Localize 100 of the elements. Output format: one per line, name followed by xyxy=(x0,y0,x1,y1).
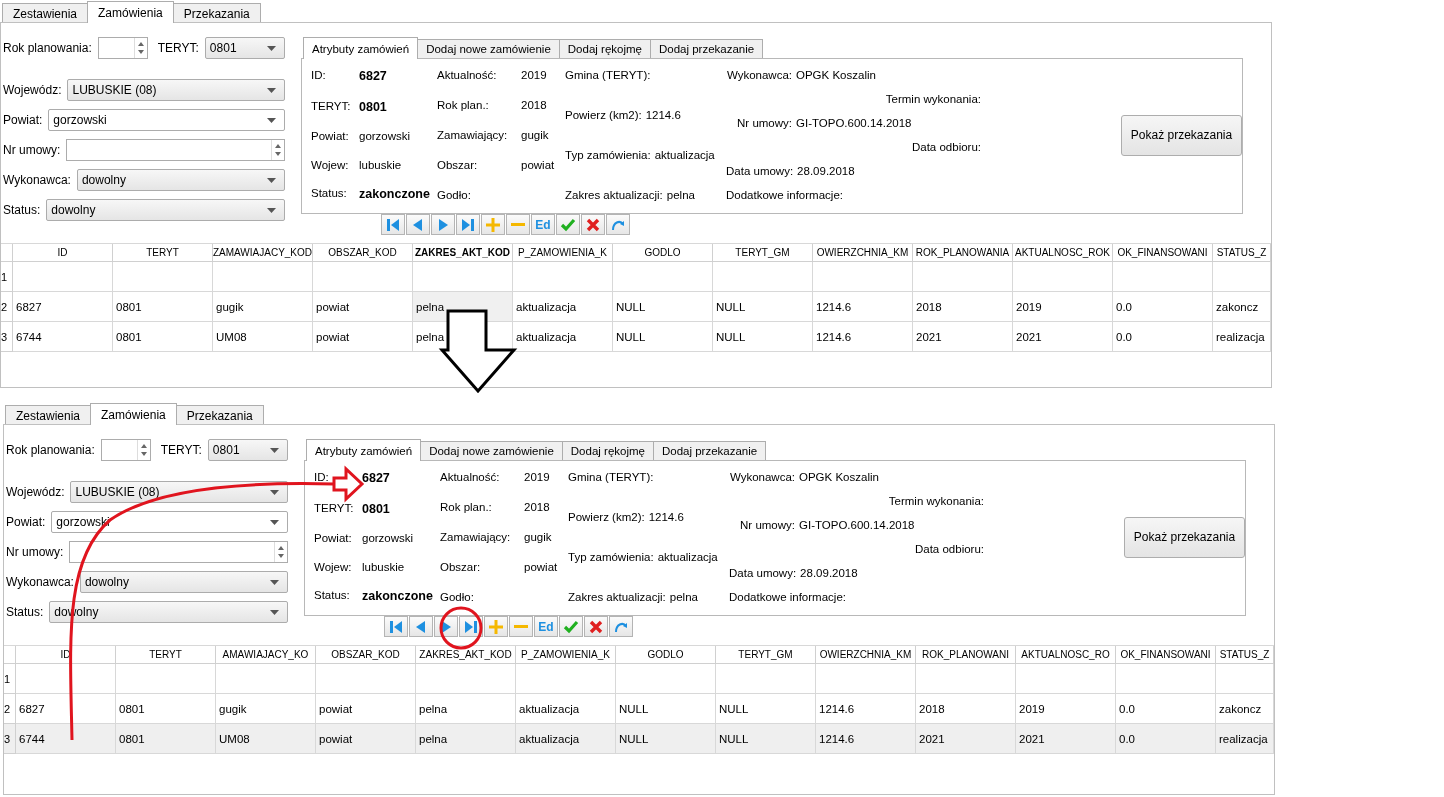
last-button[interactable] xyxy=(456,214,480,235)
tab[interactable]: Atrybuty zamówień xyxy=(306,439,422,461)
table-cell[interactable] xyxy=(813,262,913,292)
spin-box[interactable] xyxy=(69,541,288,563)
table-cell[interactable] xyxy=(16,664,116,694)
table-cell: 2018 xyxy=(913,292,1013,322)
remove-button[interactable] xyxy=(509,616,533,637)
table-cell[interactable] xyxy=(1116,664,1216,694)
accept-button[interactable] xyxy=(559,616,583,637)
accept-button[interactable] xyxy=(556,214,580,235)
column-header[interactable]: OWIERZCHNIA_KM xyxy=(813,244,913,262)
remove-button[interactable] xyxy=(506,214,530,235)
table-cell[interactable] xyxy=(916,664,1016,694)
tab[interactable]: Przekazania xyxy=(172,3,261,22)
table-cell[interactable] xyxy=(816,664,916,694)
column-header[interactable]: ZAKRES_AKT_KOD xyxy=(413,244,513,262)
row-header[interactable]: 3 xyxy=(4,724,16,754)
row-header[interactable]: 1 xyxy=(4,664,16,694)
tab[interactable]: Zestawienia xyxy=(2,3,89,22)
table-cell[interactable] xyxy=(213,262,313,292)
column-header[interactable]: TERYT xyxy=(113,244,213,262)
table-cell[interactable] xyxy=(516,664,616,694)
tab[interactable]: Dodaj nowe zamówienie xyxy=(420,441,563,460)
tab[interactable]: Zestawienia xyxy=(5,405,92,424)
table-cell[interactable] xyxy=(716,664,816,694)
column-header[interactable]: ROK_PLANOWANIA xyxy=(913,244,1013,262)
combo-box[interactable]: dowolny xyxy=(79,571,288,593)
column-header[interactable]: ID xyxy=(13,244,113,262)
cancel-button[interactable] xyxy=(584,616,608,637)
table-cell[interactable] xyxy=(113,262,213,292)
table-cell[interactable] xyxy=(1213,262,1271,292)
column-header[interactable]: OK_FINANSOWANI xyxy=(1116,646,1216,664)
table-cell[interactable] xyxy=(1016,664,1116,694)
table-cell[interactable] xyxy=(316,664,416,694)
table-cell[interactable] xyxy=(713,262,813,292)
table-cell[interactable] xyxy=(616,664,716,694)
add-button[interactable] xyxy=(481,214,505,235)
table-cell[interactable] xyxy=(13,262,113,292)
refresh-button[interactable] xyxy=(606,214,630,235)
first-button[interactable] xyxy=(381,214,405,235)
combo-box[interactable]: dowolny xyxy=(46,199,285,221)
tab[interactable]: Zamówienia xyxy=(90,403,177,425)
column-header[interactable]: OBSZAR_KOD xyxy=(313,244,413,262)
cancel-button[interactable] xyxy=(581,214,605,235)
tab[interactable]: Zamówienia xyxy=(87,1,174,23)
show-transfers-button[interactable]: Pokaż przekazania xyxy=(1124,516,1245,558)
spin-box[interactable] xyxy=(100,439,151,461)
row-header[interactable]: 2 xyxy=(1,292,13,322)
tab[interactable]: Dodaj rękojmę xyxy=(561,441,654,460)
column-header[interactable]: STATUS_Z xyxy=(1216,646,1274,664)
combo-box[interactable]: gorzowski xyxy=(48,109,285,131)
table-cell[interactable] xyxy=(313,262,413,292)
tab[interactable]: Dodaj rękojmę xyxy=(558,39,651,58)
column-header[interactable]: P_ZAMOWIENIA_K xyxy=(516,646,616,664)
table-cell[interactable] xyxy=(1216,664,1274,694)
column-header[interactable]: P_ZAMOWIENIA_K xyxy=(513,244,613,262)
column-header[interactable]: ROK_PLANOWANI xyxy=(916,646,1016,664)
column-header[interactable]: AKTUALNOSC_RO xyxy=(1016,646,1116,664)
combo-box[interactable]: 0801 xyxy=(204,37,285,59)
table-cell[interactable] xyxy=(913,262,1013,292)
combo-box[interactable]: dowolny xyxy=(76,169,285,191)
column-header[interactable]: ZAMAWIAJACY_KOD xyxy=(213,244,313,262)
table-cell[interactable] xyxy=(613,262,713,292)
combo-box[interactable]: 0801 xyxy=(207,439,288,461)
column-header[interactable]: TERYT_GM xyxy=(716,646,816,664)
next-button[interactable] xyxy=(431,214,455,235)
table-cell[interactable] xyxy=(1013,262,1113,292)
column-header[interactable]: OBSZAR_KOD xyxy=(316,646,416,664)
table-cell[interactable] xyxy=(116,664,216,694)
row-header[interactable]: 2 xyxy=(4,694,16,724)
tab[interactable]: Dodaj nowe zamówienie xyxy=(417,39,560,58)
tab[interactable]: Dodaj przekazanie xyxy=(652,441,767,460)
column-header[interactable]: TERYT xyxy=(116,646,216,664)
combo-box[interactable]: LUBUSKIE (08) xyxy=(70,481,288,503)
column-header[interactable]: OWIERZCHNIA_KM xyxy=(816,646,916,664)
column-header[interactable]: GODLO xyxy=(613,244,713,262)
row-header[interactable]: 1 xyxy=(1,262,13,292)
tab[interactable]: Dodaj przekazanie xyxy=(649,39,764,58)
table-cell[interactable] xyxy=(1113,262,1213,292)
first-button[interactable] xyxy=(384,616,408,637)
column-header[interactable]: AKTUALNOSC_ROK xyxy=(1013,244,1113,262)
column-header[interactable]: GODLO xyxy=(616,646,716,664)
prev-button[interactable] xyxy=(409,616,433,637)
combo-box[interactable]: LUBUSKIE (08) xyxy=(67,79,285,101)
refresh-button[interactable] xyxy=(609,616,633,637)
table-cell[interactable] xyxy=(216,664,316,694)
column-header[interactable]: STATUS_Z xyxy=(1213,244,1271,262)
table-cell[interactable] xyxy=(513,262,613,292)
column-header[interactable]: ZAKRES_AKT_KOD xyxy=(416,646,516,664)
table-cell[interactable] xyxy=(416,664,516,694)
row-header[interactable]: 3 xyxy=(1,322,13,352)
show-transfers-button[interactable]: Pokaż przekazania xyxy=(1121,114,1242,156)
tab[interactable]: Atrybuty zamówień xyxy=(303,37,419,59)
prev-button[interactable] xyxy=(406,214,430,235)
spin-box[interactable] xyxy=(97,37,148,59)
tab[interactable]: Przekazania xyxy=(175,405,264,424)
column-header[interactable]: TERYT_GM xyxy=(713,244,813,262)
column-header[interactable]: OK_FINANSOWANI xyxy=(1113,244,1213,262)
column-header[interactable]: AMAWIAJACY_KO xyxy=(216,646,316,664)
add-button[interactable] xyxy=(484,616,508,637)
